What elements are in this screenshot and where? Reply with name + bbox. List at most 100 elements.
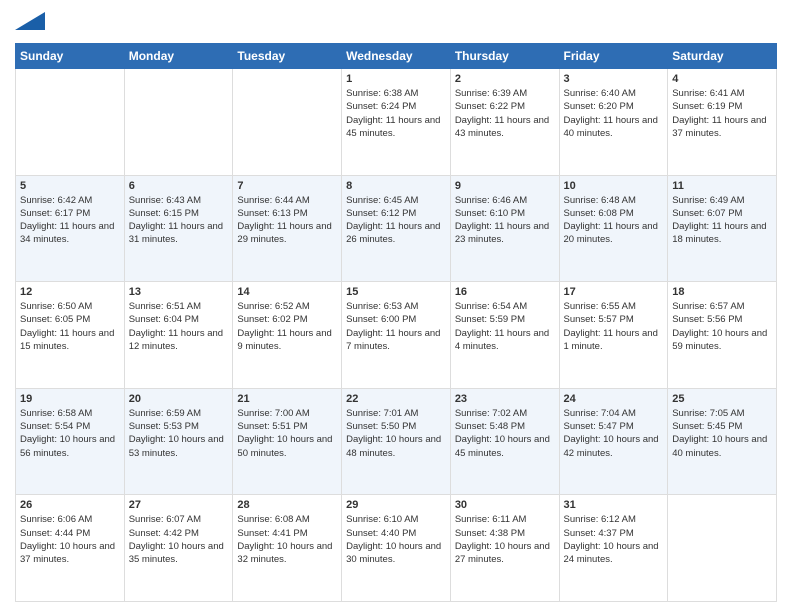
- day-info: Sunrise: 6:10 AM Sunset: 4:40 PM Dayligh…: [346, 513, 446, 566]
- week-row-1: 1Sunrise: 6:38 AM Sunset: 6:24 PM Daylig…: [16, 69, 777, 176]
- day-info: Sunrise: 7:05 AM Sunset: 5:45 PM Dayligh…: [672, 407, 772, 460]
- day-number: 11: [672, 180, 772, 192]
- day-info: Sunrise: 6:39 AM Sunset: 6:22 PM Dayligh…: [455, 87, 555, 140]
- calendar-cell: 26 Sunrise: 6:06 AM Sunset: 4:44 PM Dayli…: [16, 495, 125, 602]
- day-number: 26: [20, 499, 120, 511]
- day-info: Sunrise: 6:53 AM Sunset: 6:00 PM Dayligh…: [346, 300, 446, 353]
- day-info: Sunrise: 7:02 AM Sunset: 5:48 PM Dayligh…: [455, 407, 555, 460]
- day-info: Sunrise: 6:08 AM Sunset: 4:41 PM Dayligh…: [237, 513, 337, 566]
- day-number: 7: [237, 180, 337, 192]
- day-number: 5: [20, 180, 120, 192]
- week-row-2: 5 Sunrise: 6:42 AM Sunset: 6:17 PM Daylig…: [16, 175, 777, 282]
- calendar-cell: 8 Sunrise: 6:45 AM Sunset: 6:12 PM Daylig…: [342, 175, 451, 282]
- calendar-cell: 25 Sunrise: 7:05 AM Sunset: 5:45 PM Dayli…: [668, 388, 777, 495]
- day-info: Sunrise: 6:48 AM Sunset: 6:08 PM Dayligh…: [564, 194, 664, 247]
- day-info: Sunrise: 6:45 AM Sunset: 6:12 PM Dayligh…: [346, 194, 446, 247]
- day-number: 16: [455, 286, 555, 298]
- weekday-saturday: Saturday: [668, 44, 777, 69]
- weekday-thursday: Thursday: [450, 44, 559, 69]
- day-number: 24: [564, 393, 664, 405]
- week-row-5: 26 Sunrise: 6:06 AM Sunset: 4:44 PM Dayli…: [16, 495, 777, 602]
- weekday-tuesday: Tuesday: [233, 44, 342, 69]
- calendar-cell: 27 Sunrise: 6:07 AM Sunset: 4:42 PM Dayli…: [124, 495, 233, 602]
- week-row-4: 19Sunrise: 6:58 AM Sunset: 5:54 PM Dayli…: [16, 388, 777, 495]
- calendar-cell: 23 Sunrise: 7:02 AM Sunset: 5:48 PM Dayli…: [450, 388, 559, 495]
- calendar-cell: 4Sunrise: 6:41 AM Sunset: 6:19 PM Daylig…: [668, 69, 777, 176]
- day-info: Sunrise: 6:51 AM Sunset: 6:04 PM Dayligh…: [129, 300, 229, 353]
- day-info: Sunrise: 6:50 AM Sunset: 6:05 PM Dayligh…: [20, 300, 120, 353]
- calendar-cell: 24 Sunrise: 7:04 AM Sunset: 5:47 PM Dayli…: [559, 388, 668, 495]
- day-info: Sunrise: 6:07 AM Sunset: 4:42 PM Dayligh…: [129, 513, 229, 566]
- calendar-cell: 11 Sunrise: 6:49 AM Sunset: 6:07 PM Dayli…: [668, 175, 777, 282]
- day-info: Sunrise: 6:40 AM Sunset: 6:20 PM Dayligh…: [564, 87, 664, 140]
- day-info: Sunrise: 6:55 AM Sunset: 5:57 PM Dayligh…: [564, 300, 664, 353]
- weekday-sunday: Sunday: [16, 44, 125, 69]
- week-row-3: 12Sunrise: 6:50 AM Sunset: 6:05 PM Dayli…: [16, 282, 777, 389]
- header: [15, 10, 777, 35]
- calendar-cell: 28 Sunrise: 6:08 AM Sunset: 4:41 PM Dayli…: [233, 495, 342, 602]
- day-info: Sunrise: 6:57 AM Sunset: 5:56 PM Dayligh…: [672, 300, 772, 353]
- calendar-cell: 13 Sunrise: 6:51 AM Sunset: 6:04 PM Dayli…: [124, 282, 233, 389]
- day-info: Sunrise: 6:42 AM Sunset: 6:17 PM Dayligh…: [20, 194, 120, 247]
- calendar-cell: 9 Sunrise: 6:46 AM Sunset: 6:10 PM Daylig…: [450, 175, 559, 282]
- day-number: 3: [564, 73, 664, 85]
- day-number: 30: [455, 499, 555, 511]
- calendar-cell: 29 Sunrise: 6:10 AM Sunset: 4:40 PM Dayli…: [342, 495, 451, 602]
- day-info: Sunrise: 7:00 AM Sunset: 5:51 PM Dayligh…: [237, 407, 337, 460]
- day-number: 22: [346, 393, 446, 405]
- day-info: Sunrise: 6:52 AM Sunset: 6:02 PM Dayligh…: [237, 300, 337, 353]
- calendar-cell: 10 Sunrise: 6:48 AM Sunset: 6:08 PM Dayli…: [559, 175, 668, 282]
- day-number: 23: [455, 393, 555, 405]
- day-number: 9: [455, 180, 555, 192]
- day-number: 13: [129, 286, 229, 298]
- calendar-body: 1Sunrise: 6:38 AM Sunset: 6:24 PM Daylig…: [16, 69, 777, 602]
- day-number: 18: [672, 286, 772, 298]
- day-info: Sunrise: 6:46 AM Sunset: 6:10 PM Dayligh…: [455, 194, 555, 247]
- calendar-cell: 21 Sunrise: 7:00 AM Sunset: 5:51 PM Dayli…: [233, 388, 342, 495]
- day-info: Sunrise: 6:11 AM Sunset: 4:38 PM Dayligh…: [455, 513, 555, 566]
- calendar-cell: 1Sunrise: 6:38 AM Sunset: 6:24 PM Daylig…: [342, 69, 451, 176]
- calendar-cell: [668, 495, 777, 602]
- weekday-friday: Friday: [559, 44, 668, 69]
- day-info: Sunrise: 6:38 AM Sunset: 6:24 PM Dayligh…: [346, 87, 446, 140]
- calendar-cell: 14Sunrise: 6:52 AM Sunset: 6:02 PM Dayli…: [233, 282, 342, 389]
- day-number: 2: [455, 73, 555, 85]
- calendar-cell: 16 Sunrise: 6:54 AM Sunset: 5:59 PM Dayli…: [450, 282, 559, 389]
- day-number: 27: [129, 499, 229, 511]
- calendar-cell: 22 Sunrise: 7:01 AM Sunset: 5:50 PM Dayli…: [342, 388, 451, 495]
- calendar-cell: [124, 69, 233, 176]
- day-number: 8: [346, 180, 446, 192]
- day-number: 21: [237, 393, 337, 405]
- calendar-cell: 2 Sunrise: 6:39 AM Sunset: 6:22 PM Daylig…: [450, 69, 559, 176]
- day-info: Sunrise: 6:49 AM Sunset: 6:07 PM Dayligh…: [672, 194, 772, 247]
- calendar-cell: 15 Sunrise: 6:53 AM Sunset: 6:00 PM Dayli…: [342, 282, 451, 389]
- day-info: Sunrise: 6:06 AM Sunset: 4:44 PM Dayligh…: [20, 513, 120, 566]
- calendar-cell: 17 Sunrise: 6:55 AM Sunset: 5:57 PM Dayli…: [559, 282, 668, 389]
- day-info: Sunrise: 7:01 AM Sunset: 5:50 PM Dayligh…: [346, 407, 446, 460]
- day-info: Sunrise: 6:59 AM Sunset: 5:53 PM Dayligh…: [129, 407, 229, 460]
- calendar-cell: 12Sunrise: 6:50 AM Sunset: 6:05 PM Dayli…: [16, 282, 125, 389]
- day-number: 4: [672, 73, 772, 85]
- weekday-header-row: SundayMondayTuesdayWednesdayThursdayFrid…: [16, 44, 777, 69]
- calendar-cell: 3 Sunrise: 6:40 AM Sunset: 6:20 PM Daylig…: [559, 69, 668, 176]
- page: SundayMondayTuesdayWednesdayThursdayFrid…: [0, 0, 792, 612]
- day-info: Sunrise: 6:12 AM Sunset: 4:37 PM Dayligh…: [564, 513, 664, 566]
- day-number: 17: [564, 286, 664, 298]
- calendar-cell: 20 Sunrise: 6:59 AM Sunset: 5:53 PM Dayli…: [124, 388, 233, 495]
- calendar-cell: [16, 69, 125, 176]
- day-number: 28: [237, 499, 337, 511]
- calendar-cell: 6Sunrise: 6:43 AM Sunset: 6:15 PM Daylig…: [124, 175, 233, 282]
- day-number: 19: [20, 393, 120, 405]
- day-info: Sunrise: 6:43 AM Sunset: 6:15 PM Dayligh…: [129, 194, 229, 247]
- weekday-wednesday: Wednesday: [342, 44, 451, 69]
- calendar-cell: 19Sunrise: 6:58 AM Sunset: 5:54 PM Dayli…: [16, 388, 125, 495]
- logo-icon: [15, 12, 45, 30]
- day-number: 25: [672, 393, 772, 405]
- day-info: Sunrise: 6:54 AM Sunset: 5:59 PM Dayligh…: [455, 300, 555, 353]
- day-number: 15: [346, 286, 446, 298]
- day-number: 31: [564, 499, 664, 511]
- day-number: 29: [346, 499, 446, 511]
- day-info: Sunrise: 7:04 AM Sunset: 5:47 PM Dayligh…: [564, 407, 664, 460]
- day-number: 10: [564, 180, 664, 192]
- day-number: 20: [129, 393, 229, 405]
